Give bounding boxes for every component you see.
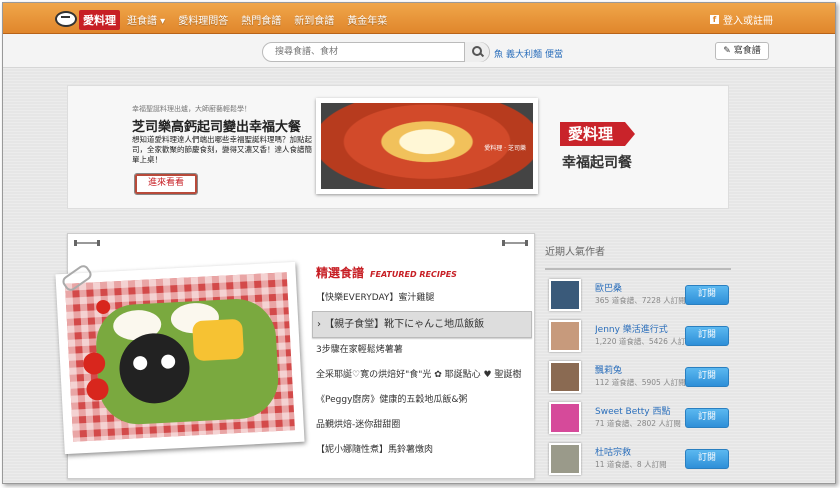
banner-kicker: 幸福聖誕料理出爐，大師廚藝輕鬆學！ [132, 105, 251, 113]
author-name[interactable]: 飄莉兔 [595, 363, 677, 376]
author-row: 飄莉兔 112 道食譜、5905 人訂閱 訂閱 [545, 359, 731, 395]
list-item[interactable]: 品覲烘焙-迷你甜甜圈 [316, 413, 532, 438]
author-name[interactable]: 杜咕宗救 [595, 445, 677, 458]
promo-banner[interactable]: 幸福聖誕料理出爐，大師廚藝輕鬆學！ 芝司樂高鈣起司變出幸福大餐 想知道愛料理達人… [67, 85, 729, 209]
recipe-title: 【親子食堂】靴下にゃんこ地瓜飯飯 [324, 319, 485, 330]
avatar[interactable] [549, 279, 581, 311]
bento-image [64, 272, 295, 442]
write-recipe-button[interactable]: ✎ 寫食譜 [715, 42, 769, 60]
search-icon[interactable] [464, 42, 489, 62]
avatar[interactable] [549, 320, 581, 352]
author-name[interactable]: 歐巴桑 [595, 281, 677, 294]
banner-title: 芝司樂高鈣起司變出幸福大餐 [132, 120, 302, 135]
subscribe-button[interactable]: 訂閱 [685, 285, 729, 305]
author-row: Jenny 樂活進行式 1,220 道食譜、5426 人訂閱 訂閱 [545, 318, 731, 354]
login-label: 登入或註冊 [723, 16, 773, 27]
popular-authors-sidebar: 近期人氣作者 歐巴桑 365 道食譜、7228 人訂閱 訂閱 Jenny 樂活進… [545, 233, 731, 475]
pot-logo-icon[interactable] [55, 11, 77, 27]
list-item[interactable]: 全采耶誕♡寛の烘焙好"食"光 ✿ 耶誕點心 ♥ 聖誕樹 [316, 363, 532, 388]
banner-subtitle: 幸福起司餐 [562, 155, 632, 171]
subscribe-button[interactable]: 訂閱 [685, 367, 729, 387]
author-name[interactable]: Sweet Betty 西點 [595, 404, 677, 417]
nav-qa[interactable]: 愛料理問答 [178, 12, 228, 27]
facebook-icon: f [710, 15, 719, 24]
pin-icon [502, 240, 528, 246]
featured-heading: 精選食譜 FEATURED RECIPES [316, 264, 457, 281]
hot-keywords: 魚 義大利麵 便當 [494, 47, 563, 60]
egg-roll [192, 318, 245, 362]
featured-recipes-panel: 精選食譜 FEATURED RECIPES 【快樂EVERYDAY】蜜汁雞腿 ›… [55, 233, 535, 479]
list-item[interactable]: 【妮小娜隨性煮】馬鈴薯燉肉 [316, 438, 532, 463]
top-navigation-bar: 愛料理 逛食譜 ▾ 愛料理問答 熱門食譜 新到食譜 黃金年菜 f 登入或註冊 [3, 3, 835, 34]
hot-keyword-link[interactable]: 便當 [545, 47, 563, 60]
pin-icon [74, 240, 100, 246]
hot-keyword-link[interactable]: 義大利麵 [506, 47, 542, 60]
author-stats: 365 道食譜、7228 人訂閱 [595, 296, 686, 305]
hot-keyword-link[interactable]: 魚 [494, 47, 503, 60]
search-bar-area: 魚 義大利麵 便當 ✎ 寫食譜 [3, 34, 835, 68]
login-link[interactable]: f 登入或註冊 [710, 12, 773, 27]
sidebar-title: 近期人氣作者 [545, 233, 731, 270]
subscribe-button[interactable]: 訂閱 [685, 449, 729, 469]
nav-hot-recipes[interactable]: 熱門食譜 [241, 12, 281, 27]
author-stats: 1,220 道食譜、5426 人訂閱 [595, 337, 693, 346]
author-stats: 71 道食譜、2802 人訂閱 [595, 419, 681, 428]
featured-title-en: FEATURED RECIPES [370, 270, 457, 279]
list-item[interactable]: 《Peggy廚房》健康的五穀地瓜飯&粥 [316, 388, 532, 413]
banner-photo[interactable]: 愛料理 · 芝司樂 [316, 98, 538, 194]
featured-title: 精選食譜 [316, 266, 365, 280]
tomato [95, 299, 111, 315]
author-name[interactable]: Jenny 樂活進行式 [595, 322, 677, 335]
banner-more-button[interactable]: 進來看看 [134, 173, 198, 195]
nav-browse-recipes[interactable]: 逛食譜 ▾ [127, 12, 165, 27]
avatar[interactable] [549, 402, 581, 434]
photo-caption: 愛料理 · 芝司樂 [484, 145, 526, 152]
subscribe-button[interactable]: 訂閱 [685, 408, 729, 428]
main-nav: 逛食譜 ▾ 愛料理問答 熱門食譜 新到食譜 黃金年菜 [127, 12, 387, 27]
featured-photo[interactable] [55, 261, 305, 455]
author-row: Sweet Betty 西點 71 道食譜、2802 人訂閱 訂閱 [545, 400, 731, 436]
list-item-active[interactable]: › 【親子食堂】靴下にゃんこ地瓜飯飯 [312, 311, 532, 338]
site-logo[interactable]: 愛料理 [79, 10, 120, 30]
pencil-icon: ✎ [723, 46, 734, 56]
nav-new-recipes[interactable]: 新到食譜 [294, 12, 334, 27]
author-stats: 11 道食譜、8 人訂閱 [595, 460, 667, 469]
featured-recipe-list: 【快樂EVERYDAY】蜜汁雞腿 › 【親子食堂】靴下にゃんこ地瓜飯飯 3步驟在… [312, 286, 532, 463]
list-item[interactable]: 【快樂EVERYDAY】蜜汁雞腿 [316, 286, 532, 311]
avatar[interactable] [549, 361, 581, 393]
author-row: 歐巴桑 365 道食譜、7228 人訂閱 訂閱 [545, 277, 731, 313]
banner-brand-label: 愛料理 [560, 122, 636, 146]
avatar[interactable] [549, 443, 581, 475]
write-recipe-label: 寫食譜 [733, 46, 761, 56]
nav-new-year-dishes[interactable]: 黃金年菜 [347, 12, 387, 27]
search-input[interactable] [273, 46, 457, 58]
subscribe-button[interactable]: 訂閱 [685, 326, 729, 346]
page-frame: 愛料理 逛食譜 ▾ 愛料理問答 熱門食譜 新到食譜 黃金年菜 f 登入或註冊 魚… [2, 2, 836, 484]
author-row: 杜咕宗救 11 道食譜、8 人訂閱 訂閱 [545, 441, 731, 477]
list-item[interactable]: 3步驟在家輕鬆烤薯薯 [316, 338, 532, 363]
search-box [262, 42, 490, 62]
author-stats: 112 道食譜、5905 人訂閱 [595, 378, 686, 387]
banner-description: 想知道愛料理達人們端出哪些幸福聖誕料理嗎？加點起司，全家歡聚的節慶食刻，變得又濃… [132, 135, 312, 164]
